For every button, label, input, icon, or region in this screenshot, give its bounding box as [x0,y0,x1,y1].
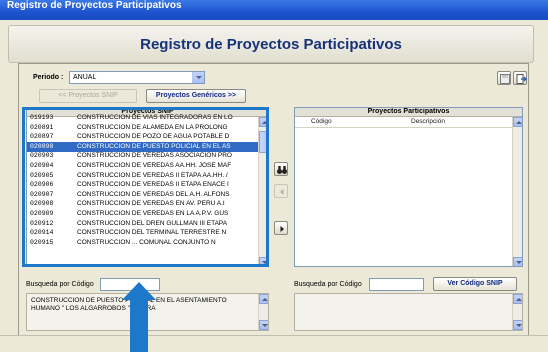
search-binoculars-button[interactable] [274,162,288,176]
period-label: Periodo : [33,74,64,81]
chevron-down-icon[interactable] [192,72,204,83]
ver-codigo-snip-button[interactable]: Ver Código SNIP [433,277,517,291]
move-right-button[interactable] [274,221,288,235]
binoculars-icon [277,166,287,174]
save-button[interactable] [497,71,511,85]
pointer-arrow-up-icon [122,282,156,300]
participative-projects-list[interactable]: Proyectos Participativos Código Descripc… [294,107,523,267]
scroll-up-arrow-icon[interactable] [513,294,522,304]
save-icon [498,72,510,84]
participative-list-header: Proyectos Participativos [295,108,522,117]
scroll-down-arrow-icon[interactable] [259,320,268,330]
participative-list-scrollbar[interactable] [512,117,522,266]
arrow-right-icon [280,226,284,232]
title-bar: Registro de Proyectos Participativos [0,0,548,20]
status-bar [0,335,548,352]
period-value: ANUAL [73,74,97,81]
exit-button[interactable] [513,71,527,85]
window-title: Registro de Proyectos Participativos [7,0,182,11]
header-panel: Registro de Proyectos Participativos [8,25,534,63]
highlight-box [22,107,269,267]
memo-scrollbar[interactable] [512,294,522,330]
exit-icon [514,72,527,84]
pointer-arrow-shaft [130,300,148,352]
page-title: Registro de Proyectos Participativos [140,36,402,53]
participative-search-input[interactable] [369,278,424,291]
scroll-up-arrow-icon[interactable] [259,294,268,304]
period-select[interactable]: ANUAL [69,71,205,84]
scroll-down-arrow-icon[interactable] [513,320,522,330]
column-header-description: Descripción [411,118,445,125]
participative-description-memo[interactable] [294,293,523,331]
memo-scrollbar[interactable] [258,294,268,330]
scroll-up-arrow-icon[interactable] [513,117,522,127]
proyectos-snip-button[interactable]: << Proyectos SNIP [39,89,137,103]
proyectos-genericos-button[interactable]: Proyectos Genéricos >> [146,89,246,103]
scroll-down-arrow-icon[interactable] [513,257,522,266]
column-header-code: Código [311,118,332,125]
participative-search-label: Busqueda por Código [294,281,362,288]
arrow-left-icon [280,189,284,195]
move-left-button[interactable] [274,184,288,198]
snip-search-label: Busqueda por Código [26,281,94,288]
